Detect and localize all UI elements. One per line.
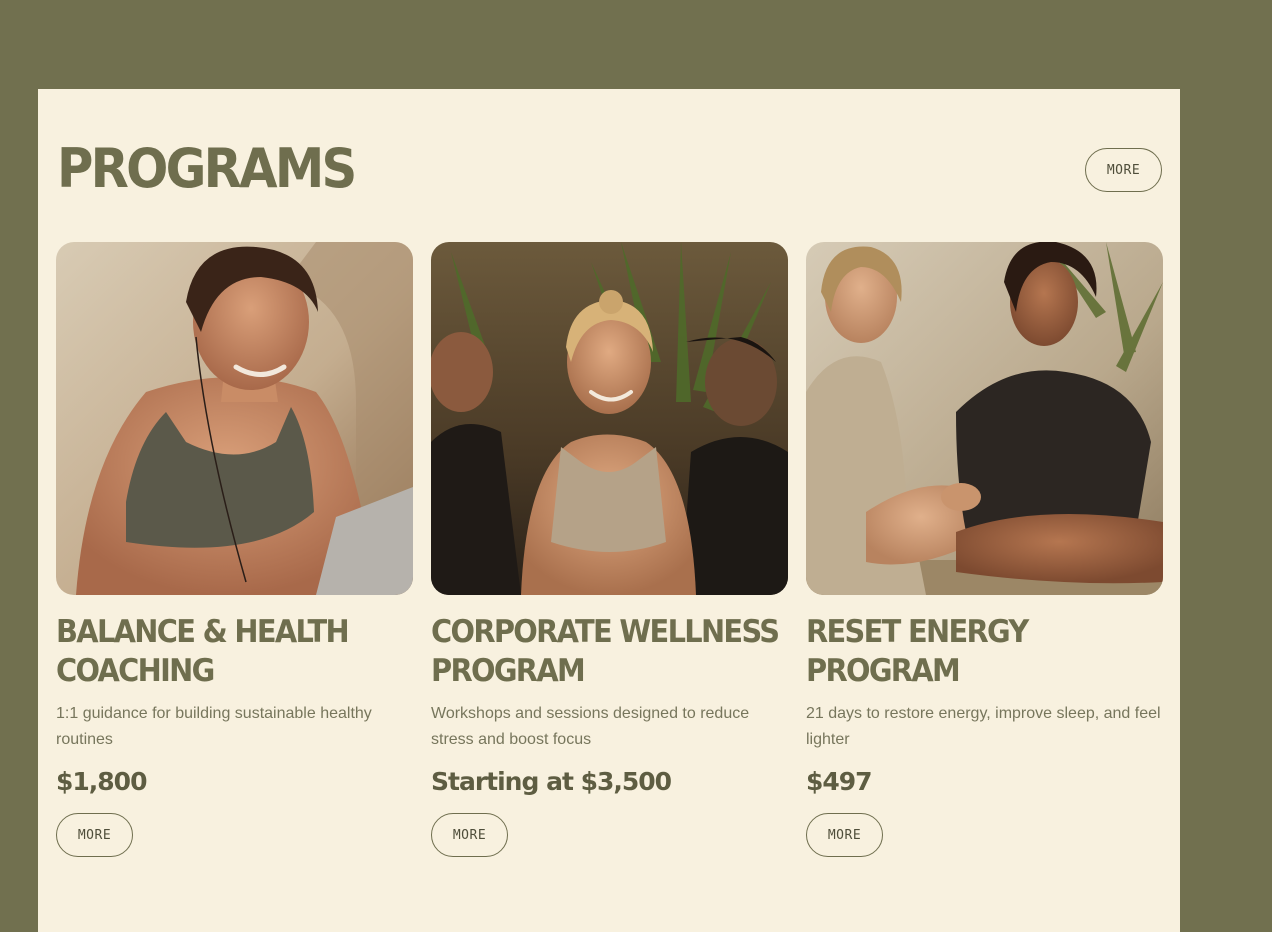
program-more-button[interactable]: MORE	[431, 813, 508, 857]
program-price: $1,800	[56, 767, 147, 796]
program-more-button[interactable]: MORE	[56, 813, 133, 857]
program-title[interactable]: CORPORATE WELLNESS PROGRAM	[431, 613, 784, 691]
program-card-reset: RESET ENERGY PROGRAM 21 days to restore …	[806, 242, 1163, 857]
program-description: 1:1 guidance for building sustainable he…	[56, 705, 372, 748]
program-title[interactable]: RESET ENERGY PROGRAM	[806, 613, 1159, 691]
program-card-balance: BALANCE & HEALTH COACHING 1:1 guidance f…	[56, 242, 413, 857]
programs-section: PROGRAMS MORE BALANCE & HEALTH COACHING …	[38, 89, 1180, 932]
section-title: PROGRAMS	[57, 137, 357, 200]
programs-more-button[interactable]: MORE	[1085, 148, 1162, 192]
program-image-corporate[interactable]	[431, 242, 788, 595]
program-title[interactable]: BALANCE & HEALTH COACHING	[56, 613, 409, 691]
program-price: Starting at $3,500	[431, 767, 672, 796]
program-price: $497	[806, 767, 873, 796]
program-image-coaching[interactable]	[56, 242, 413, 595]
program-image-reset[interactable]	[806, 242, 1163, 595]
program-card-corporate: CORPORATE WELLNESS PROGRAM Workshops and…	[431, 242, 788, 857]
program-description: 21 days to restore energy, improve sleep…	[806, 705, 1161, 748]
program-more-button[interactable]: MORE	[806, 813, 883, 857]
program-description: Workshops and sessions designed to reduc…	[431, 705, 750, 748]
